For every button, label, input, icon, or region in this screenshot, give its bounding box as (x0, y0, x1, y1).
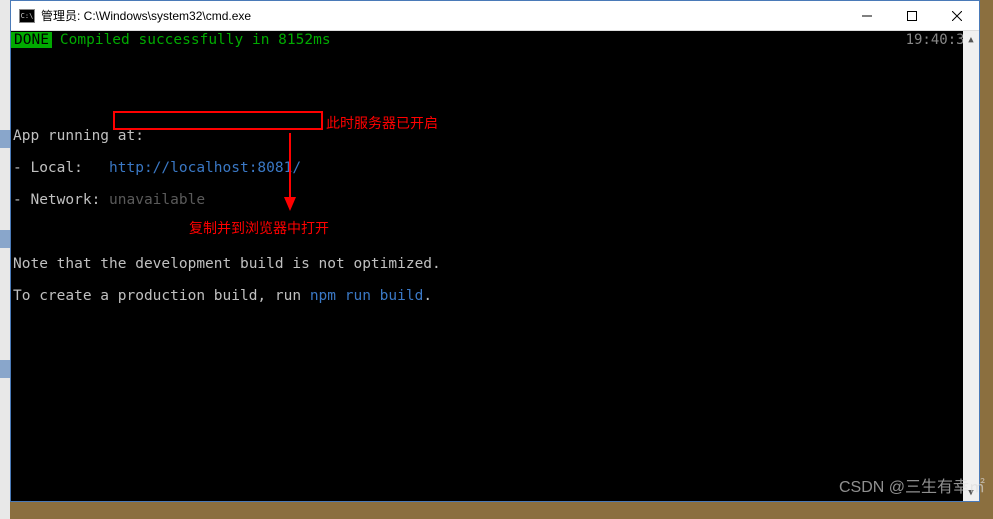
minimize-icon (862, 11, 872, 21)
blank-line (13, 224, 977, 240)
local-label: - Local: (13, 160, 109, 176)
close-button[interactable] (934, 1, 979, 30)
note-line-2: To create a production build, run npm ru… (13, 288, 977, 304)
blank-line (13, 96, 977, 112)
scrollbar[interactable]: ▲ ▼ (963, 31, 979, 501)
scroll-track[interactable] (963, 48, 979, 484)
scroll-up-button[interactable]: ▲ (963, 31, 979, 48)
annotation-server-started: 此时服务器已开启 (326, 113, 438, 133)
watermark: CSDN @三生有幸㎡ (839, 473, 985, 497)
terminal-output[interactable]: DONE Compiled successfully in 8152ms 19:… (11, 31, 979, 501)
annotation-copy-open: 复制并到浏览器中打开 (189, 218, 329, 238)
cmd-icon: C:\ (19, 9, 35, 23)
background-strip (0, 0, 10, 519)
blank-line (13, 64, 977, 80)
status-line: DONE Compiled successfully in 8152ms (11, 31, 979, 48)
local-line: - Local: http://localhost:8081/ (13, 160, 977, 176)
note-line-1: Note that the development build is not o… (13, 256, 977, 272)
minimize-button[interactable] (844, 1, 889, 30)
window-controls (844, 1, 979, 30)
maximize-button[interactable] (889, 1, 934, 30)
titlebar[interactable]: C:\ 管理员: C:\Windows\system32\cmd.exe (11, 1, 979, 31)
terminal-body: App running at: - Local: http://localhos… (11, 48, 979, 336)
window-title: 管理员: C:\Windows\system32\cmd.exe (41, 7, 844, 24)
network-label: - Network: (13, 192, 109, 208)
local-url[interactable]: http://localhost:8081/ (109, 160, 301, 176)
done-badge: DONE (11, 32, 52, 48)
npm-command: npm run build (310, 288, 424, 304)
close-icon (952, 11, 962, 21)
maximize-icon (907, 11, 917, 21)
running-label: App running at: (13, 128, 977, 144)
note-prefix: To create a production build, run (13, 288, 310, 304)
network-value: unavailable (109, 192, 205, 208)
compiled-message: Compiled successfully in 8152ms (60, 32, 331, 48)
cmd-window: C:\ 管理员: C:\Windows\system32\cmd.exe DON… (10, 0, 980, 502)
network-line: - Network: unavailable (13, 192, 977, 208)
note-suffix: . (423, 288, 432, 304)
